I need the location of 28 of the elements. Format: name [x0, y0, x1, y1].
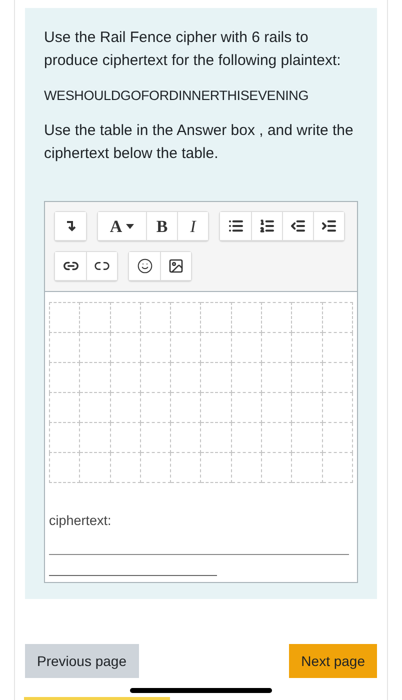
toolbar-button[interactable] — [55, 252, 86, 280]
toolbar-button[interactable] — [86, 252, 117, 280]
bold-glyph: B — [156, 216, 168, 238]
font-color-glyph: A — [110, 216, 122, 238]
toolbar-button[interactable] — [129, 252, 160, 280]
previous-page-button[interactable]: Previous page — [25, 644, 139, 678]
toolbar-button[interactable] — [313, 212, 344, 240]
toolbar-button[interactable] — [251, 212, 282, 240]
italic-glyph: I — [190, 216, 196, 238]
toolbar-button[interactable] — [160, 252, 191, 280]
question-text: Use the Rail Fence cipher with 6 rails to produce ciphertext for the following plaintext: — [44, 28, 342, 71]
numbered-list-icon — [259, 218, 275, 234]
caret-icon — [126, 224, 134, 228]
plaintext: WESHOULDGOFORDINNERTHISEVENING — [44, 87, 310, 105]
toolbar-button[interactable]: I — [177, 212, 208, 240]
outdent-icon — [290, 218, 306, 234]
bullet-list-icon — [228, 218, 244, 234]
toolbar-button[interactable]: B — [146, 212, 177, 240]
ciphertext-label: ciphertext: — [49, 512, 112, 530]
toolbar-button[interactable]: A — [98, 212, 146, 240]
indent-icon — [321, 218, 337, 234]
toolbar-button[interactable] — [282, 212, 313, 240]
instruction-text: Use the table in the Answer box , and write the ciphertext below the table. — [44, 121, 354, 164]
next-page-button[interactable]: Next page — [289, 644, 377, 678]
collapse-arrow-icon — [66, 220, 76, 232]
toolbar-button[interactable] — [220, 212, 251, 240]
smiley-icon — [136, 258, 152, 274]
image-icon — [168, 258, 184, 274]
